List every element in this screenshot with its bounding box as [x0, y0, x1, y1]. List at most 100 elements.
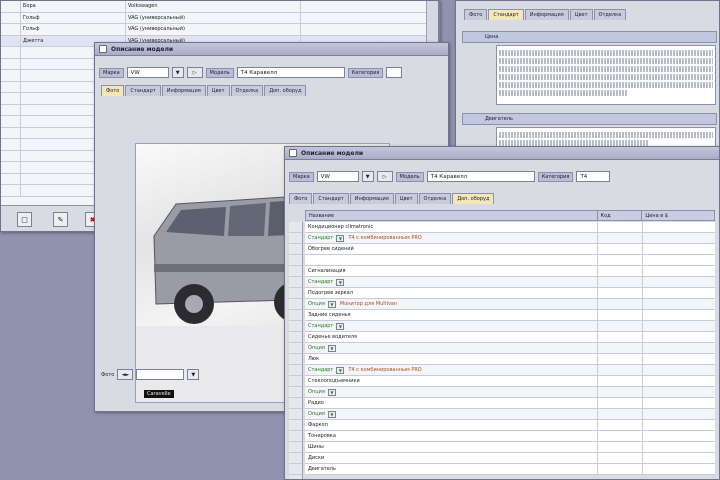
table-row[interactable]: Радио [305, 398, 715, 409]
table-row[interactable]: Шины [305, 442, 715, 453]
row-selector[interactable] [1, 127, 21, 138]
tab-1[interactable]: Стандарт [488, 9, 524, 20]
table-row[interactable]: Гольф VAG (универсальный) [1, 24, 429, 36]
engine-section-header: Двигатель [462, 113, 717, 125]
table-row[interactable]: Подогрев зеркал [305, 288, 715, 299]
mark-field[interactable]: VW [316, 171, 359, 182]
table-row[interactable]: Стандарт ▼ Т4 с комбинированным PRO [305, 233, 715, 244]
table-row[interactable]: Гольф VAG (универсальный) [1, 12, 429, 24]
row-selector[interactable] [1, 12, 21, 23]
cell-code [598, 409, 643, 419]
row-selector[interactable] [1, 173, 21, 184]
row-selector[interactable] [1, 93, 21, 104]
column-header-code[interactable]: Код [598, 211, 643, 220]
group-dropdown-icon[interactable]: ▼ [336, 322, 345, 330]
table-row[interactable]: Сиденье водителя [305, 332, 715, 343]
mark-field[interactable]: VW [126, 67, 169, 78]
mark-search-button[interactable]: ▷ [186, 67, 203, 78]
table-row[interactable]: Двигатель [305, 464, 715, 475]
cell-name-text: Обогрев сидений [308, 246, 354, 252]
row-selector[interactable] [1, 104, 21, 115]
table-row[interactable]: Опция ▼ [305, 343, 715, 354]
table-row[interactable]: Люк [305, 354, 715, 365]
row-selector[interactable] [1, 70, 21, 81]
photo-browse-button[interactable]: ▼ [187, 369, 200, 380]
row-selector[interactable] [1, 116, 21, 127]
table-row[interactable]: Стандарт ▼ [305, 321, 715, 332]
table-row[interactable]: Опция ▼ [305, 387, 715, 398]
table-row[interactable]: Диски [305, 453, 715, 464]
table-row[interactable]: Опция ▼ [305, 409, 715, 420]
new-record-icon[interactable]: □ [17, 212, 32, 227]
cell-price [643, 420, 715, 430]
model-field[interactable]: T4 Каравелл [426, 171, 535, 182]
table-row[interactable]: Фаркоп [305, 420, 715, 431]
tab-4[interactable]: Отделка [418, 193, 452, 204]
row-selector-column[interactable] [289, 222, 303, 479]
tab-1[interactable]: Стандарт [125, 85, 161, 96]
tab-2[interactable]: Информация [349, 193, 394, 204]
row-selector[interactable] [1, 150, 21, 161]
mark-dropdown-icon[interactable]: ▼ [361, 171, 374, 182]
category-field[interactable] [386, 67, 403, 78]
row-selector[interactable] [1, 1, 21, 12]
category-field[interactable]: T4 [576, 171, 611, 182]
mark-search-button[interactable]: ▷ [376, 171, 393, 182]
table-row[interactable]: Кондиционер climatronic [305, 222, 715, 233]
mark-dropdown-icon[interactable]: ▼ [171, 67, 184, 78]
cell-name-text: Кондиционер climatronic [308, 224, 374, 230]
group-dropdown-icon[interactable]: ▼ [336, 278, 345, 286]
tab-5[interactable]: Доп. оборуд [264, 85, 307, 96]
cell-name-text: Диски [308, 455, 325, 461]
tab-3[interactable]: Цвет [394, 193, 418, 204]
group-dropdown-icon[interactable]: ▼ [327, 300, 336, 308]
photo-window-titlebar[interactable]: Описание модели [95, 43, 448, 56]
tab-2[interactable]: Информация [524, 9, 569, 20]
group-dropdown-icon[interactable]: ▼ [336, 366, 345, 374]
cell-model: Гольф [21, 24, 126, 35]
photo-path-field[interactable] [136, 369, 185, 380]
tab-3[interactable]: Цвет [206, 85, 230, 96]
tab-2[interactable]: Информация [161, 85, 206, 96]
tab-1[interactable]: Стандарт [313, 193, 349, 204]
model-field[interactable]: T4 Каравелл [236, 67, 345, 78]
tab-0[interactable]: Фото [289, 193, 313, 204]
tab-0[interactable]: Фото [101, 85, 125, 96]
row-selector[interactable] [1, 58, 21, 69]
table-row[interactable]: Стеклоподъемники [305, 376, 715, 387]
equipment-window-titlebar[interactable]: Описание модели [285, 147, 719, 160]
row-selector[interactable] [1, 47, 21, 58]
table-row[interactable]: Бора Volkswagen [1, 1, 429, 13]
group-dropdown-icon[interactable]: ▼ [327, 388, 336, 396]
tab-0[interactable]: Фото [464, 9, 488, 20]
row-selector[interactable] [1, 162, 21, 173]
table-row[interactable]: Тонировка [305, 431, 715, 442]
edit-record-icon[interactable]: ✎ [53, 212, 68, 227]
row-selector[interactable] [1, 81, 21, 92]
photo-nav-button[interactable]: ◄► [117, 369, 134, 380]
tab-4[interactable]: Отделка [230, 85, 264, 96]
group-dropdown-icon[interactable]: ▼ [327, 410, 336, 418]
tab-4[interactable]: Отделка [593, 9, 627, 20]
cell-code [598, 332, 643, 342]
group-dropdown-icon[interactable]: ▼ [327, 344, 336, 352]
row-selector[interactable] [1, 185, 21, 196]
row-selector[interactable] [1, 35, 21, 46]
tab-3[interactable]: Цвет [569, 9, 593, 20]
cell-name: Задние сиденья [305, 310, 598, 320]
group-dropdown-icon[interactable]: ▼ [336, 234, 345, 242]
column-header-name[interactable]: Название [306, 211, 598, 220]
table-row[interactable]: Стандарт ▼ [305, 277, 715, 288]
tab-5[interactable]: Доп. оборуд [452, 193, 495, 204]
table-row[interactable]: Сигнализация [305, 266, 715, 277]
column-header-price[interactable]: Цена в $ [642, 211, 714, 220]
cell-name: Люк [305, 354, 598, 364]
table-row[interactable]: Обогрев сидений [305, 244, 715, 255]
table-row[interactable]: Задние сиденья [305, 310, 715, 321]
table-row[interactable]: Опция ▼ Монитор для Multivan [305, 299, 715, 310]
row-selector[interactable] [1, 139, 21, 150]
table-row[interactable] [305, 255, 715, 266]
table-row[interactable]: Стандарт ▼ Т4 с комбинированным PRO [305, 365, 715, 376]
model-label: Модель [395, 171, 424, 182]
row-selector[interactable] [1, 24, 21, 35]
